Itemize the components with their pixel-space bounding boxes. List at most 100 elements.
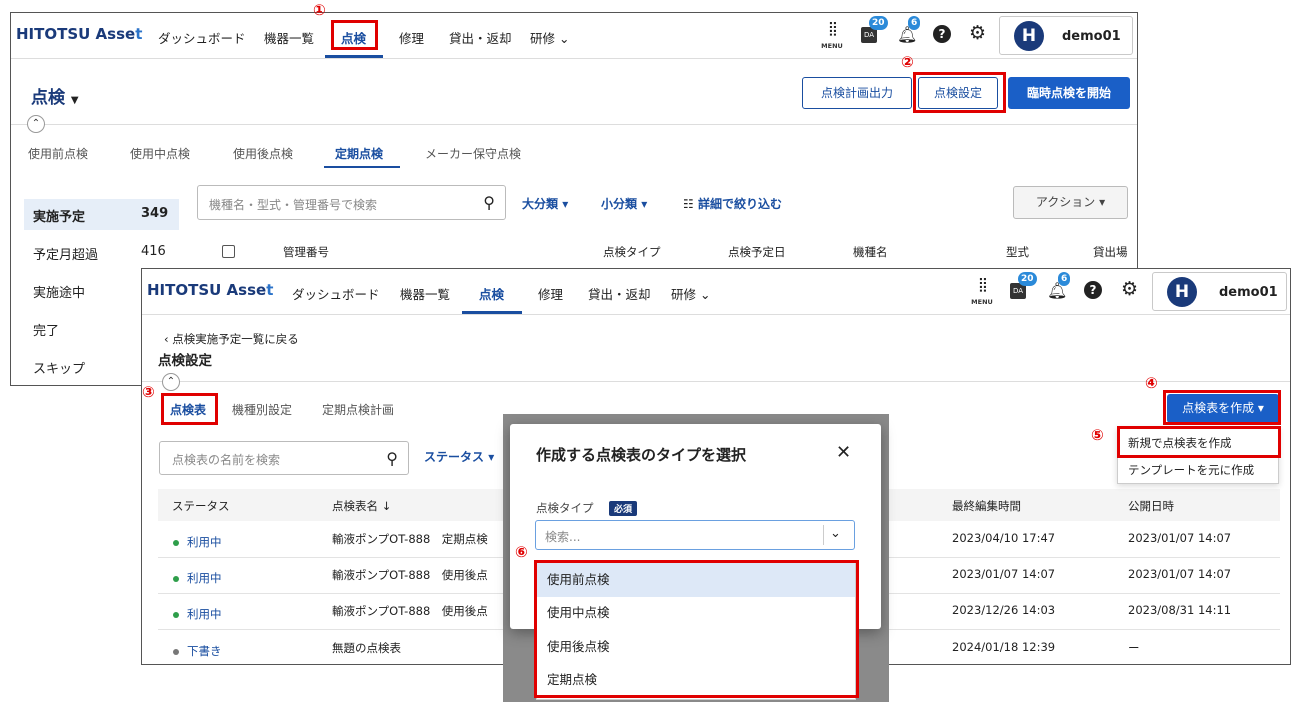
user-menu[interactable]: H demo01 <box>1152 272 1287 311</box>
col-date: 点検予定日 <box>728 245 786 259</box>
divider <box>11 124 1137 125</box>
avatar: H <box>1167 277 1197 307</box>
chevron-down-icon[interactable]: ⌄ <box>830 526 841 541</box>
step-2: ② <box>901 53 914 71</box>
menu-grid-icon[interactable]: ⣿ <box>973 277 993 293</box>
tab-in-use[interactable]: 使用中点検 <box>130 145 190 162</box>
help-icon[interactable]: ? <box>1084 281 1102 299</box>
logo: HITOTSU Asset <box>147 281 274 299</box>
filter-major[interactable]: 大分類 ▾ <box>522 195 568 212</box>
nav-devices[interactable]: 機器一覧 <box>264 28 314 47</box>
sidebar-item-scheduled[interactable]: 実施予定 <box>33 206 85 225</box>
highlight-create-new <box>1117 426 1281 458</box>
nav-active-underline <box>462 311 522 314</box>
page-title: 点検設定 <box>158 353 212 369</box>
user-menu[interactable]: H demo01 <box>999 16 1133 55</box>
col-name: 点検表名 ↓ <box>332 499 392 513</box>
step-3: ③ <box>142 383 155 401</box>
page-title[interactable]: 点検 ▼ <box>31 83 79 108</box>
edited-time: 2023/12/26 14:03 <box>952 603 1056 617</box>
create-from-template-menu-item[interactable]: テンプレートを元に作成 <box>1128 462 1254 478</box>
user-name: demo01 <box>1062 29 1121 44</box>
nav-repair[interactable]: 修理 <box>399 28 424 47</box>
caret-down-icon: ▼ <box>70 95 79 106</box>
close-icon[interactable]: ✕ <box>836 442 851 463</box>
menu-label: MENU <box>971 298 993 306</box>
tab-model-settings[interactable]: 機種別設定 <box>232 401 292 418</box>
checklist-name: 輸液ポンプOT-888 使用後点 <box>332 604 488 618</box>
menu-grid-icon[interactable]: ⣿ <box>823 21 843 37</box>
col-location: 貸出場 <box>1093 245 1128 259</box>
chevron-down-icon: ⌄ <box>700 287 711 302</box>
status-badge: 利用中 <box>173 570 222 586</box>
sidebar-item-done[interactable]: 完了 <box>33 320 59 339</box>
col-status: ステータス <box>172 499 230 513</box>
nav-repair[interactable]: 修理 <box>538 284 563 303</box>
edited-time: 2023/04/10 17:47 <box>952 531 1056 545</box>
nav-training[interactable]: 研修 ⌄ <box>671 284 710 303</box>
menu-label: MENU <box>821 42 843 50</box>
status-badge: 下書き <box>173 643 222 659</box>
step-6: ⑥ <box>515 543 528 561</box>
highlight-nav-inspection <box>331 20 378 50</box>
required-badge: 必須 <box>609 501 638 516</box>
user-name: demo01 <box>1219 285 1278 300</box>
tab-pre-use[interactable]: 使用前点検 <box>28 145 88 162</box>
sidebar-item-skip[interactable]: スキップ <box>33 358 85 377</box>
published-time: ー <box>1128 641 1140 655</box>
checklist-name: 無題の点検表 <box>332 641 401 655</box>
highlight-create-button <box>1163 390 1281 425</box>
tab-post-use[interactable]: 使用後点検 <box>233 145 293 162</box>
start-adhoc-button[interactable]: 臨時点検を開始 <box>1008 77 1130 109</box>
help-icon[interactable]: ? <box>933 25 951 43</box>
sidebar-count-scheduled: 349 <box>141 206 169 221</box>
checklist-name: 輸液ポンプOT-888 定期点検 <box>332 532 488 546</box>
field-label: 点検タイプ <box>536 501 594 515</box>
tab-periodic-plan[interactable]: 定期点検計画 <box>322 401 394 418</box>
col-model-name: 機種名 <box>853 245 888 259</box>
collapse-icon[interactable]: ⌃ <box>162 373 180 391</box>
nav-inspection[interactable]: 点検 <box>479 284 504 303</box>
highlight-settings-button <box>913 72 1006 113</box>
sidebar-item-in-progress[interactable]: 実施途中 <box>33 282 85 301</box>
nav-devices[interactable]: 機器一覧 <box>400 284 450 303</box>
search-icon[interactable]: ⚲ <box>386 449 398 468</box>
nav-dashboard[interactable]: ダッシュボード <box>158 28 246 47</box>
sidebar-count-overdue: 416 <box>141 244 166 259</box>
nav-dashboard[interactable]: ダッシュボード <box>292 284 380 303</box>
search-icon[interactable]: ⚲ <box>483 193 495 212</box>
nav-lending[interactable]: 貸出・返却 <box>449 28 512 47</box>
nav-lending[interactable]: 貸出・返却 <box>588 284 651 303</box>
gear-icon[interactable]: ⚙ <box>1121 278 1138 300</box>
step-1: ① <box>313 1 326 19</box>
checklist-search-input[interactable]: 点検表の名前を検索 ⚲ <box>159 441 409 475</box>
edited-time: 2024/01/18 12:39 <box>952 640 1056 654</box>
type-select-input[interactable]: 検索... ⌄ <box>535 520 855 550</box>
tab-maker-maintenance[interactable]: メーカー保守点検 <box>425 145 521 162</box>
checkbox[interactable] <box>222 245 235 258</box>
chevron-down-icon: ⌄ <box>559 31 570 46</box>
gear-icon[interactable]: ⚙ <box>969 22 986 44</box>
col-model: 型式 <box>1006 245 1029 259</box>
sliders-icon: ☷ <box>683 197 694 211</box>
front-header: HITOTSU Asset ダッシュボード 機器一覧 点検 修理 貸出・返却 研… <box>142 269 1290 315</box>
search-input[interactable]: 機種名・型式・管理番号で検索 ⚲ <box>197 185 506 220</box>
filter-minor[interactable]: 小分類 ▾ <box>601 195 647 212</box>
tab-periodic[interactable]: 定期点検 <box>335 145 383 162</box>
modal-title: 作成する点検表のタイプを選択 <box>536 446 747 464</box>
nav-training[interactable]: 研修 ⌄ <box>530 28 569 47</box>
back-link[interactable]: ‹ 点検実施予定一覧に戻る <box>164 331 299 347</box>
action-button[interactable]: アクション ▾ <box>1013 186 1128 219</box>
col-type: 点検タイプ <box>603 245 661 259</box>
nav-active-underline <box>325 55 383 58</box>
checklist-name: 輸液ポンプOT-888 使用後点 <box>332 568 488 582</box>
published-time: 2023/01/07 14:07 <box>1128 531 1232 545</box>
collapse-icon[interactable]: ⌃ <box>27 115 45 133</box>
divider <box>142 381 1290 382</box>
filter-detail[interactable]: ☷ 詳細で絞り込む <box>683 195 782 212</box>
plan-output-button[interactable]: 点検計画出力 <box>802 77 912 109</box>
sidebar-item-overdue[interactable]: 予定月超過 <box>33 244 98 263</box>
status-filter[interactable]: ステータス ▾ <box>424 448 494 465</box>
step-5: ⑤ <box>1091 426 1104 444</box>
col-id: 管理番号 <box>283 245 329 259</box>
